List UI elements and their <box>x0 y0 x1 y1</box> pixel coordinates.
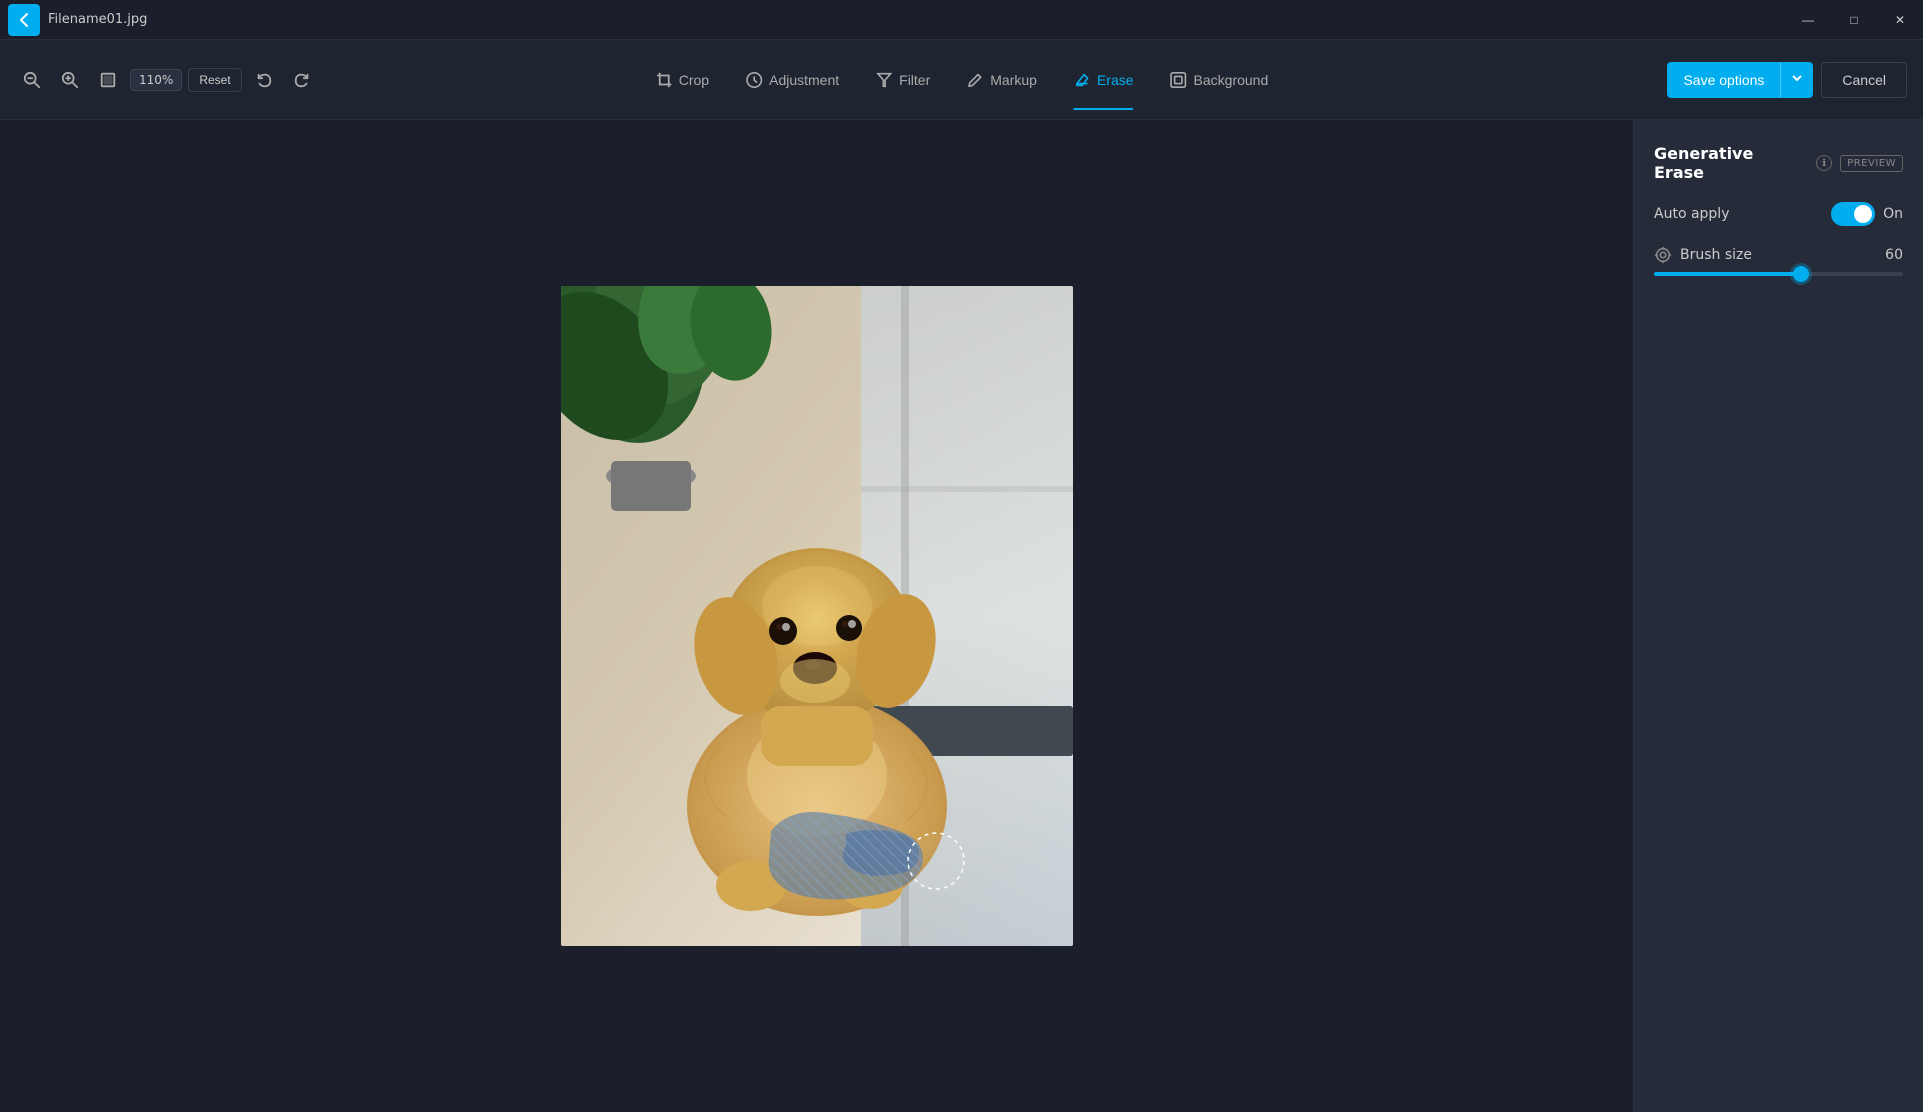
brush-cursor <box>908 833 964 889</box>
filename-label: Filename01.jpg <box>48 12 147 27</box>
brush-size-value: 60 <box>1885 247 1903 263</box>
auto-apply-row: Auto apply On <box>1654 202 1903 226</box>
auto-apply-label: Auto apply <box>1654 206 1729 222</box>
panel-title-row: Generative Erase ℹ PREVIEW <box>1654 144 1903 182</box>
erase-label: Erase <box>1097 72 1134 88</box>
markup-tool[interactable]: Markup <box>950 50 1053 110</box>
cancel-button[interactable]: Cancel <box>1821 62 1907 98</box>
toolbar-center: Crop Adjustment Filter Markup <box>639 50 1285 110</box>
erase-tool[interactable]: Erase <box>1057 50 1150 110</box>
dog-image <box>561 286 1073 946</box>
chevron-down-icon <box>1791 72 1803 84</box>
back-button[interactable] <box>8 4 40 36</box>
crop-label: Crop <box>679 72 709 88</box>
zoom-level: 110% <box>130 69 182 91</box>
undo-icon <box>255 71 273 89</box>
auto-apply-state: On <box>1883 206 1903 222</box>
main-content: Generative Erase ℹ PREVIEW Auto apply On <box>0 120 1923 1112</box>
main-toolbar: 110% Reset Crop <box>0 40 1923 120</box>
reset-button[interactable]: Reset <box>188 68 241 92</box>
brush-label-group: Brush size <box>1654 246 1752 264</box>
background-tool[interactable]: Background <box>1154 50 1285 110</box>
info-icon[interactable]: ℹ <box>1816 155 1832 171</box>
close-button[interactable]: ✕ <box>1877 0 1923 40</box>
background-icon <box>1170 71 1188 89</box>
zoom-in-icon <box>61 71 79 89</box>
fit-view-icon <box>99 71 117 89</box>
redo-icon <box>293 71 311 89</box>
minimize-button[interactable]: — <box>1785 0 1831 40</box>
erase-icon <box>1073 71 1091 89</box>
zoom-out-icon <box>23 71 41 89</box>
adjustment-label: Adjustment <box>769 72 839 88</box>
fit-view-button[interactable] <box>92 64 124 96</box>
brush-header: Brush size 60 <box>1654 246 1903 264</box>
window-controls: — □ ✕ <box>1785 0 1923 40</box>
maximize-button[interactable]: □ <box>1831 0 1877 40</box>
titlebar-left: Filename01.jpg <box>8 4 147 36</box>
filter-icon <box>875 71 893 89</box>
undo-button[interactable] <box>248 64 280 96</box>
toolbar-left: 110% Reset <box>16 64 318 96</box>
adjustment-tool[interactable]: Adjustment <box>729 50 855 110</box>
toggle-right: On <box>1831 202 1903 226</box>
brush-size-icon <box>1654 246 1672 264</box>
canvas-area[interactable] <box>0 120 1633 1112</box>
markup-icon <box>966 71 984 89</box>
titlebar: Filename01.jpg — □ ✕ <box>0 0 1923 40</box>
preview-badge: PREVIEW <box>1840 155 1903 172</box>
adjustment-icon <box>745 71 763 89</box>
panel-title: Generative Erase <box>1654 144 1808 182</box>
save-options-group: Save options <box>1667 62 1813 98</box>
back-icon <box>16 12 32 28</box>
background-label: Background <box>1194 72 1269 88</box>
toolbar-right: Save options Cancel <box>1667 62 1907 98</box>
zoom-in-button[interactable] <box>54 64 86 96</box>
brush-size-slider[interactable] <box>1654 272 1903 276</box>
right-panel: Generative Erase ℹ PREVIEW Auto apply On <box>1633 120 1923 1112</box>
auto-apply-toggle[interactable] <box>1831 202 1875 226</box>
save-dropdown-button[interactable] <box>1780 62 1813 98</box>
save-options-button[interactable]: Save options <box>1667 62 1780 98</box>
redo-button[interactable] <box>286 64 318 96</box>
markup-label: Markup <box>990 72 1037 88</box>
filter-label: Filter <box>899 72 930 88</box>
filter-tool[interactable]: Filter <box>859 50 946 110</box>
brush-size-row: Brush size 60 <box>1654 246 1903 276</box>
brush-size-label: Brush size <box>1680 247 1752 263</box>
crop-icon <box>655 71 673 89</box>
image-container <box>561 286 1073 946</box>
crop-tool[interactable]: Crop <box>639 50 725 110</box>
zoom-out-button[interactable] <box>16 64 48 96</box>
